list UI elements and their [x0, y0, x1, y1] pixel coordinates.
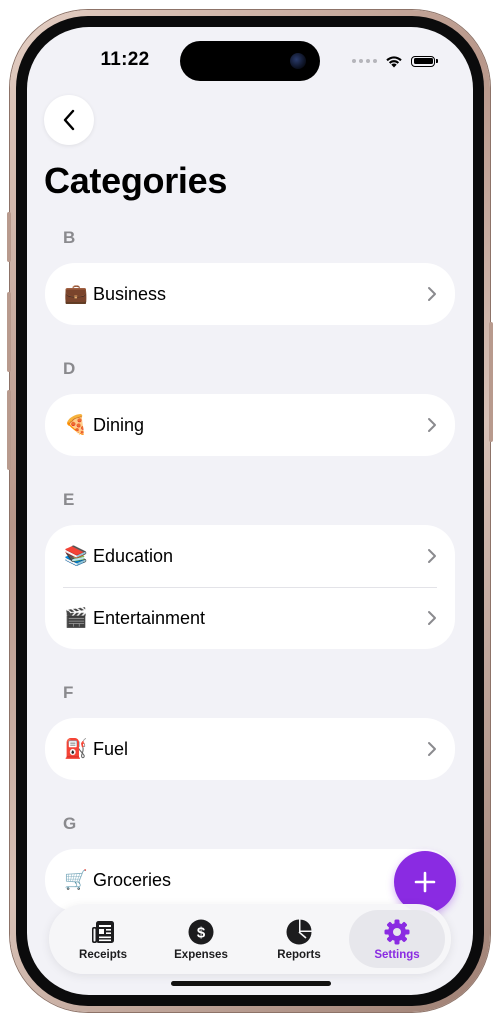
category-group-f: ⛽ Fuel	[45, 718, 455, 780]
page-title: Categories	[44, 160, 228, 201]
tab-label: Reports	[277, 948, 321, 961]
category-label: Entertainment	[93, 607, 206, 628]
front-camera-icon	[290, 53, 306, 69]
category-group-b: 💼 Business	[45, 263, 455, 325]
category-label: Groceries	[93, 869, 172, 890]
chevron-right-icon	[428, 418, 436, 432]
tab-reports[interactable]: Reports	[251, 910, 347, 968]
svg-text:$: $	[197, 924, 206, 941]
category-label: Business	[93, 283, 167, 304]
volume-up-button	[7, 292, 11, 372]
action-button	[7, 212, 11, 262]
wifi-icon	[386, 56, 402, 68]
receipt-icon	[89, 918, 117, 946]
category-label: Dining	[93, 414, 145, 435]
tab-label: Expenses	[174, 948, 228, 961]
category-row-dining[interactable]: 🍕 Dining	[45, 394, 455, 456]
pie-chart-icon	[285, 918, 313, 946]
clapperboard-icon: 🎬	[64, 608, 88, 629]
tab-label: Receipts	[79, 948, 127, 961]
home-indicator	[171, 981, 331, 986]
status-indicators	[352, 53, 438, 69]
category-label: Fuel	[93, 738, 129, 759]
chevron-right-icon	[428, 287, 436, 301]
category-row-business[interactable]: 💼 Business	[45, 263, 455, 325]
category-row-entertainment[interactable]: 🎬 Entertainment	[45, 587, 455, 649]
chevron-right-icon	[428, 549, 436, 563]
section-header-b: B	[63, 228, 76, 247]
battery-icon	[411, 55, 438, 67]
chevron-left-icon	[63, 109, 75, 131]
category-group-e: 📚 Education 🎬 Entertainment	[45, 525, 455, 649]
dollar-icon: $	[187, 918, 215, 946]
category-row-education[interactable]: 📚 Education	[45, 525, 455, 587]
gear-icon	[383, 918, 411, 946]
dynamic-island	[180, 41, 320, 81]
category-group-d: 🍕 Dining	[45, 394, 455, 456]
plus-icon	[414, 871, 436, 893]
tab-label: Settings	[374, 948, 420, 961]
books-icon: 📚	[64, 546, 88, 567]
chevron-right-icon	[428, 742, 436, 756]
category-label: Education	[93, 545, 174, 566]
cellular-signal-icon	[352, 59, 377, 63]
tab-receipts[interactable]: Receipts	[55, 910, 151, 968]
shopping-cart-icon: 🛒	[64, 870, 88, 891]
tab-bar: Receipts $ Expenses Reports Settings	[49, 904, 451, 974]
volume-down-button	[7, 390, 11, 470]
section-header-d: D	[63, 359, 76, 378]
fuel-pump-icon: ⛽	[64, 739, 88, 760]
power-button	[489, 322, 493, 442]
tab-settings[interactable]: Settings	[349, 910, 445, 968]
section-header-g: G	[63, 814, 77, 833]
back-button[interactable]	[44, 95, 94, 145]
tab-expenses[interactable]: $ Expenses	[153, 910, 249, 968]
status-time: 11:22	[100, 49, 150, 70]
briefcase-icon: 💼	[64, 284, 88, 305]
category-row-fuel[interactable]: ⛽ Fuel	[45, 718, 455, 780]
pizza-icon: 🍕	[64, 415, 88, 436]
section-header-e: E	[63, 490, 75, 509]
screen: 11:22 Categories B 💼 Business D 🍕 Dining	[27, 27, 473, 995]
chevron-right-icon	[428, 611, 436, 625]
section-header-f: F	[63, 683, 74, 702]
